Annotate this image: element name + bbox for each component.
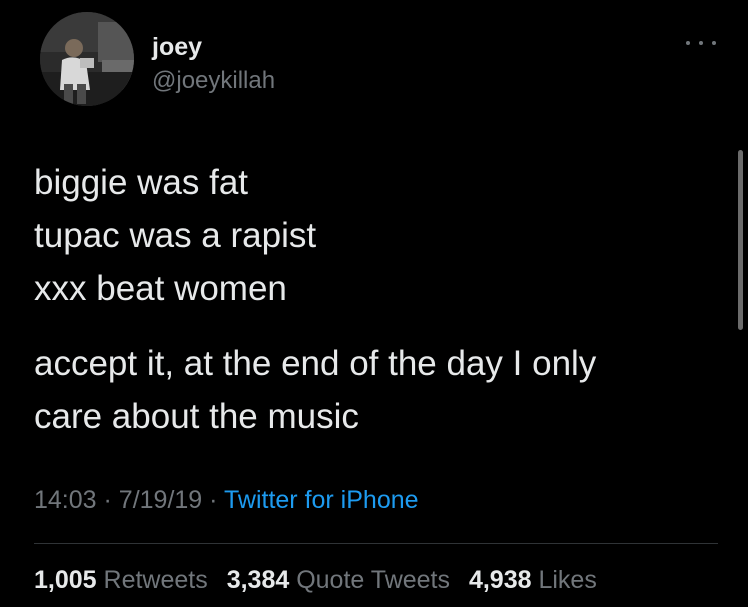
- divider: [34, 543, 718, 544]
- more-options-icon[interactable]: [686, 36, 716, 50]
- scrollbar[interactable]: [738, 150, 743, 330]
- dot: [712, 41, 716, 45]
- quote-tweets-stat[interactable]: 3,384 Quote Tweets: [227, 566, 450, 594]
- avatar[interactable]: [40, 12, 134, 106]
- tweet-line: tupac was a rapist: [34, 216, 317, 255]
- tweet-meta: 14:03 · 7/19/19 · Twitter for iPhone: [34, 483, 419, 517]
- display-name[interactable]: joey: [152, 32, 202, 62]
- user-handle[interactable]: @joeykillah: [152, 66, 275, 96]
- separator: ·: [103, 486, 112, 514]
- source-link[interactable]: Twitter for iPhone: [224, 486, 419, 514]
- tweet-line: xxx beat women: [34, 269, 287, 308]
- tweet-date[interactable]: 7/19/19: [119, 486, 202, 514]
- quote-tweets-label: Quote Tweets: [296, 566, 450, 594]
- retweets-label: Retweets: [103, 566, 208, 594]
- avatar-photo: [40, 12, 134, 106]
- retweets-stat[interactable]: 1,005 Retweets: [34, 566, 208, 594]
- tweet-line: care about the music: [34, 397, 359, 436]
- separator: ·: [209, 486, 218, 514]
- likes-label: Likes: [538, 566, 597, 594]
- likes-stat[interactable]: 4,938 Likes: [469, 566, 597, 594]
- quote-tweets-count: 3,384: [226, 566, 290, 594]
- engagement-stats: 1,005 Retweets 3,384 Quote Tweets 4,938 …: [34, 563, 609, 597]
- tweet-line: biggie was fat: [34, 163, 249, 202]
- tweet-text: biggie was fat tupac was a rapist xxx be…: [34, 156, 714, 443]
- likes-count: 4,938: [468, 566, 532, 594]
- tweet-time[interactable]: 14:03: [34, 486, 97, 514]
- dot: [699, 41, 703, 45]
- retweets-count: 1,005: [34, 566, 97, 594]
- dot: [686, 41, 690, 45]
- tweet-line: accept it, at the end of the day I only: [34, 344, 597, 383]
